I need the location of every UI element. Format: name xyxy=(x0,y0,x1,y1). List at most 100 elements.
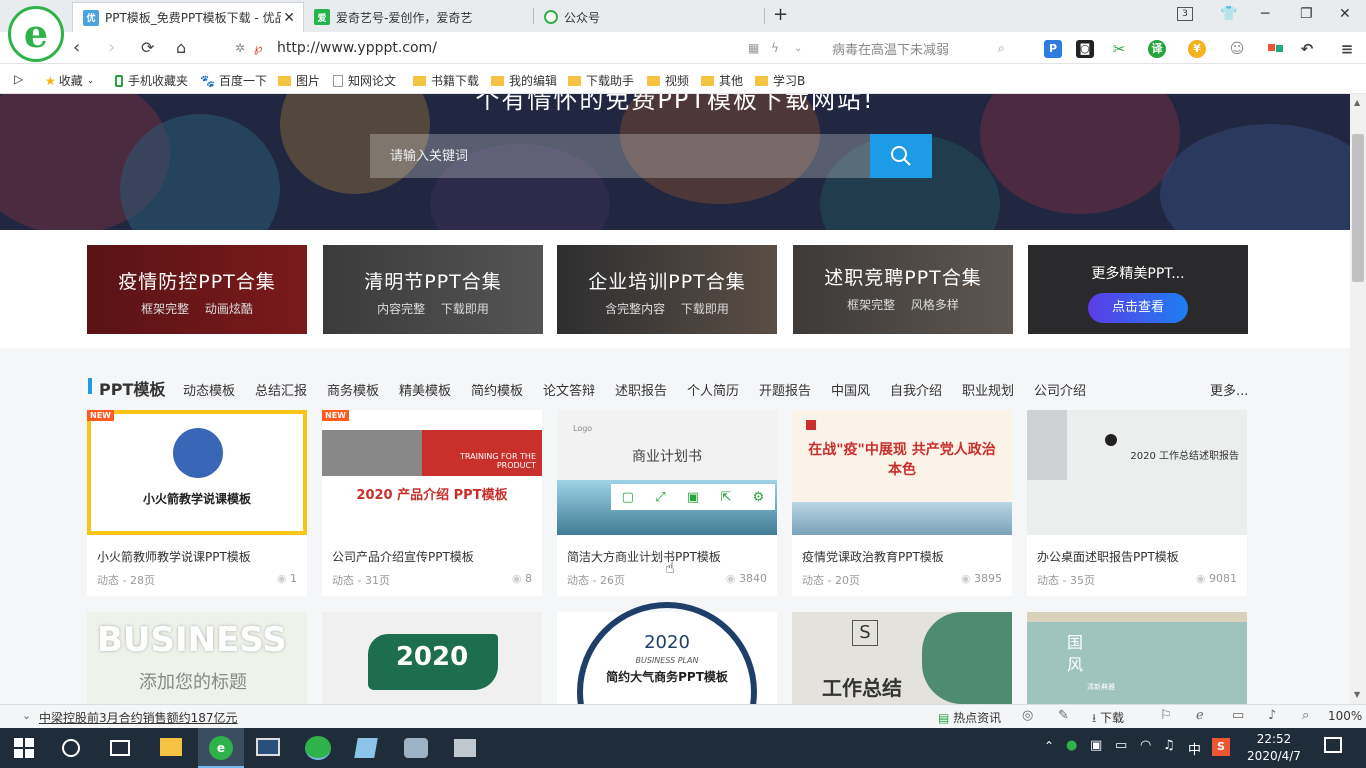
clean-icon[interactable]: ✎ xyxy=(1058,708,1069,723)
collection-card-report[interactable]: 述职竞聘PPT合集 框架完整 风格多样 xyxy=(793,245,1013,334)
monitor-icon[interactable] xyxy=(256,738,280,756)
task-view-icon[interactable] xyxy=(110,740,130,756)
bookmark-my-edit[interactable]: 我的编辑 xyxy=(491,72,557,89)
cortana-icon[interactable] xyxy=(62,739,80,757)
undo-icon[interactable]: ↶ xyxy=(1298,40,1316,58)
menu-icon[interactable]: ≡ xyxy=(1338,40,1356,58)
template-card[interactable]: 在战"疫"中展现 共产党人政治本色 疫情党课政治教育PPT模板 动态 - 20页… xyxy=(792,410,1012,596)
sound-icon[interactable]: ♪ xyxy=(1268,708,1276,723)
scissors-icon[interactable]: ✂ xyxy=(1110,40,1128,58)
app-icon[interactable] xyxy=(404,738,428,758)
template-name[interactable]: 简洁大方商业计划书PPT模板 xyxy=(567,548,721,565)
tab-ypppt[interactable]: 优 PPT模板_免费PPT模板下载 - 优品 ✕ xyxy=(72,2,304,32)
shirt-icon[interactable]: 👕 xyxy=(1220,6,1237,22)
security-icon[interactable]: ✲ xyxy=(235,41,245,55)
bookmark-other[interactable]: 其他 xyxy=(701,72,743,89)
notification-icon[interactable] xyxy=(1324,737,1342,753)
refresh-icon[interactable]: ◎ xyxy=(1022,708,1033,723)
scroll-up-icon[interactable]: ▲ xyxy=(1354,98,1360,107)
lightning-icon[interactable]: ϟ xyxy=(771,41,779,55)
url-field[interactable]: http://www.ypppt.com/ xyxy=(277,40,437,56)
zoom-level[interactable]: 100% xyxy=(1328,709,1362,723)
wechat-icon[interactable] xyxy=(305,736,331,760)
template-thumbnail[interactable]: Logo 商业计划书 ▢ ⤢ ▣ ⇱ ⚙ xyxy=(557,410,777,535)
category-link[interactable]: 动态模板 xyxy=(183,380,235,399)
template-name[interactable]: 疫情党课政治教育PPT模板 xyxy=(802,548,944,565)
bookmark-books[interactable]: 书籍下载 xyxy=(413,72,479,89)
windows-start-icon[interactable] xyxy=(14,738,34,758)
bookmark-video[interactable]: 视频 xyxy=(647,72,689,89)
chevron-down-icon[interactable]: ⌄ xyxy=(794,43,802,54)
photos-icon[interactable] xyxy=(454,739,476,757)
category-link[interactable]: 简约模板 xyxy=(471,380,523,399)
notepad-icon[interactable] xyxy=(354,738,378,758)
collection-card-training[interactable]: 企业培训PPT合集 含完整内容 下载即用 xyxy=(557,245,777,334)
sogou-icon[interactable]: S xyxy=(1212,738,1230,756)
sidebar-toggle-icon[interactable]: ▷ xyxy=(14,72,23,86)
hot-news-button[interactable]: ▤ 热点资讯 xyxy=(938,709,1001,726)
clock-time[interactable]: 22:52 xyxy=(1250,732,1298,746)
volume-icon[interactable]: ♫ xyxy=(1163,738,1175,753)
back-icon[interactable]: ‹ xyxy=(73,37,80,58)
tab-count-badge[interactable]: 3 xyxy=(1177,7,1193,21)
template-card[interactable]: 2020 BUSINESS PLAN 简约大气商务PPT模板 xyxy=(557,602,777,704)
home-icon[interactable]: ⌂ xyxy=(176,38,186,57)
preview-icon[interactable]: ▢ xyxy=(622,490,634,505)
category-link[interactable]: 开题报告 xyxy=(759,380,811,399)
taskbar-browser[interactable]: e xyxy=(198,728,244,768)
window-icon[interactable]: ▭ xyxy=(1232,708,1244,723)
news-ticker[interactable]: 中梁控股前3月合约销售额约187亿元 xyxy=(39,709,238,726)
forward-icon[interactable]: › xyxy=(108,37,115,58)
close-button[interactable]: ✕ xyxy=(1339,6,1351,22)
category-link[interactable]: 述职报告 xyxy=(615,380,667,399)
save-icon[interactable]: ▣ xyxy=(687,490,699,505)
qr-icon[interactable]: ▦ xyxy=(748,41,759,55)
template-card[interactable]: 国风 清新典雅 xyxy=(1027,612,1247,704)
browser-icon[interactable]: ℯ xyxy=(1196,708,1204,723)
template-card[interactable]: S 工作总结 xyxy=(792,612,1012,704)
tab-iqiyi[interactable]: 爱 爱奇艺号-爱创作，爱奇艺 xyxy=(304,2,534,32)
bookmark-favorites[interactable]: ★ 收藏 ⌄ xyxy=(45,72,94,89)
game-icon[interactable]: ◙ xyxy=(1076,40,1094,58)
collection-card-qingming[interactable]: 清明节PPT合集 内容完整 下载即用 xyxy=(323,245,543,334)
p-plugin-icon[interactable]: P xyxy=(1044,40,1062,58)
translate-icon[interactable]: 译 xyxy=(1148,40,1166,58)
category-link[interactable]: 中国风 xyxy=(831,380,870,399)
battery-icon[interactable]: ▭ xyxy=(1115,738,1127,753)
zoom-icon[interactable]: ⌕ xyxy=(1302,708,1309,723)
scrollbar-thumb[interactable] xyxy=(1352,134,1364,282)
coin-icon[interactable]: ¥ xyxy=(1188,40,1206,58)
bookmark-images[interactable]: 图片 xyxy=(278,72,320,89)
template-name[interactable]: 公司产品介绍宣传PPT模板 xyxy=(332,548,474,565)
template-card[interactable]: 小火箭教学说课模板 NEW 小火箭教师教学说课PPT模板 动态 - 28页 ◉ … xyxy=(87,410,307,596)
share-icon[interactable]: ⇱ xyxy=(720,490,731,505)
template-thumbnail[interactable]: TRAINING FOR THE PRODUCT 2020 产品介绍 PPT模板 xyxy=(322,410,542,535)
template-card[interactable]: 2020 工作总结述职报告 办公桌面述职报告PPT模板 动态 - 35页 ◉ 9… xyxy=(1027,410,1247,596)
keyword-search-input[interactable] xyxy=(370,134,870,178)
tab-gongzhonghao[interactable]: 公众号 xyxy=(534,2,764,32)
template-card[interactable]: TRAINING FOR THE PRODUCT 2020 产品介绍 PPT模板… xyxy=(322,410,542,596)
template-card[interactable]: 2020 xyxy=(322,612,542,704)
category-link[interactable]: 自我介绍 xyxy=(890,380,942,399)
category-link[interactable]: 公司介绍 xyxy=(1034,380,1086,399)
bookmark-baidu[interactable]: 🐾 百度一下 xyxy=(200,72,267,89)
apps-icon[interactable] xyxy=(1266,40,1284,58)
emoji-icon[interactable]: ☺ xyxy=(1228,40,1246,58)
tray-wechat-icon[interactable]: ● xyxy=(1066,738,1077,753)
maximize-button[interactable]: ❐ xyxy=(1300,6,1313,22)
reload-icon[interactable]: ⟳ xyxy=(141,38,154,57)
more-link[interactable]: 更多... xyxy=(1210,380,1248,399)
view-more-button[interactable]: 点击查看 xyxy=(1088,293,1188,323)
collection-card-more[interactable]: 更多精美PPT... 点击查看 xyxy=(1028,245,1248,334)
tab-close-icon[interactable]: ✕ xyxy=(283,10,295,26)
download-button[interactable]: ⭳ 下载 xyxy=(1092,709,1124,730)
template-name[interactable]: 办公桌面述职报告PPT模板 xyxy=(1037,548,1179,565)
category-link[interactable]: 商务模板 xyxy=(327,380,379,399)
chevron-down-icon[interactable]: ⌄ xyxy=(22,709,31,722)
ime-indicator[interactable]: 中 xyxy=(1188,739,1201,758)
template-thumbnail[interactable]: 在战"疫"中展现 共产党人政治本色 xyxy=(792,410,1012,535)
category-link[interactable]: 论文答辩 xyxy=(543,380,595,399)
template-card[interactable]: Logo 商业计划书 ▢ ⤢ ▣ ⇱ ⚙ 简洁大方商业计划书PPT模板 动态 -… xyxy=(557,410,777,596)
category-link[interactable]: 职业规划 xyxy=(962,380,1014,399)
category-link[interactable]: 精美模板 xyxy=(399,380,451,399)
